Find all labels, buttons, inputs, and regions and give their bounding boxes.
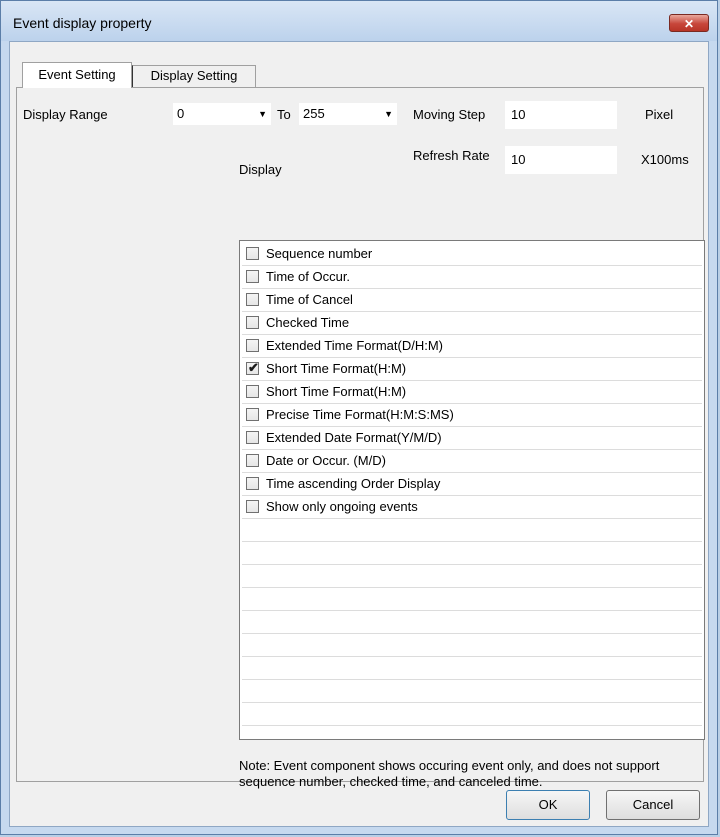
list-item[interactable]: Extended Date Format(Y/M/D) bbox=[242, 427, 702, 450]
list-item[interactable]: Precise Time Format(H:M:S:MS) bbox=[242, 404, 702, 427]
empty-list-row bbox=[242, 519, 702, 542]
checkbox-icon[interactable] bbox=[246, 454, 259, 467]
title-bar[interactable]: Event display property ✕ bbox=[1, 1, 717, 41]
tab-display-setting[interactable]: Display Setting bbox=[132, 65, 256, 88]
list-item[interactable]: Short Time Format(H:M) bbox=[242, 381, 702, 404]
list-item-label: Time of Cancel bbox=[266, 292, 353, 307]
list-item-label: Time ascending Order Display bbox=[266, 476, 441, 491]
moving-step-input[interactable]: 10 bbox=[505, 101, 617, 129]
empty-list-row bbox=[242, 588, 702, 611]
checkbox-icon[interactable] bbox=[246, 431, 259, 444]
list-item[interactable]: Time of Occur. bbox=[242, 266, 702, 289]
list-item-label: Extended Time Format(D/H:M) bbox=[266, 338, 443, 353]
list-item-label: Date or Occur. (M/D) bbox=[266, 453, 386, 468]
list-item[interactable]: Checked Time bbox=[242, 312, 702, 335]
close-icon: ✕ bbox=[683, 17, 695, 31]
tab-event-setting[interactable]: Event Setting bbox=[22, 62, 132, 88]
list-item-label: Time of Occur. bbox=[266, 269, 351, 284]
checkmark-icon: ✔ bbox=[248, 360, 259, 375]
list-item-label: Precise Time Format(H:M:S:MS) bbox=[266, 407, 454, 422]
checkbox-icon[interactable] bbox=[246, 477, 259, 490]
list-item-label: Show only ongoing events bbox=[266, 499, 418, 514]
checkbox-icon[interactable] bbox=[246, 408, 259, 421]
checkbox-icon[interactable]: ✔ bbox=[246, 360, 259, 375]
range-from-value: 0 bbox=[177, 106, 185, 121]
list-item-label: Checked Time bbox=[266, 315, 350, 330]
empty-list-row bbox=[242, 611, 702, 634]
empty-list-row bbox=[242, 703, 702, 726]
tab-panel: Display Range 0 ▼ To 255 ▼ Moving Step 1… bbox=[16, 87, 705, 789]
refresh-rate-label: Refresh Rate bbox=[413, 148, 490, 163]
checkbox-icon[interactable] bbox=[246, 500, 259, 513]
list-item[interactable]: Date or Occur. (M/D) bbox=[242, 450, 702, 473]
window-title: Event display property bbox=[13, 15, 152, 31]
dropdown-arrow-icon: ▼ bbox=[258, 109, 267, 119]
refresh-rate-input[interactable]: 10 bbox=[505, 146, 617, 174]
dialog-body: Event Setting Display Setting Display Ra… bbox=[9, 41, 709, 827]
moving-step-unit: Pixel bbox=[645, 107, 674, 122]
range-from-select[interactable]: 0 ▼ bbox=[173, 103, 271, 125]
empty-list-row bbox=[242, 680, 702, 703]
to-label: To bbox=[277, 107, 291, 122]
empty-list-row bbox=[242, 565, 702, 588]
note-text: Note: Event component shows occuring eve… bbox=[239, 758, 660, 789]
checkbox-icon[interactable] bbox=[246, 293, 259, 306]
display-range-label: Display Range bbox=[23, 107, 108, 122]
moving-step-label: Moving Step bbox=[413, 107, 486, 122]
close-button[interactable]: ✕ bbox=[669, 14, 709, 32]
list-item-label: Short Time Format(H:M) bbox=[266, 384, 407, 399]
list-item[interactable]: Time of Cancel bbox=[242, 289, 702, 312]
list-item-label: Sequence number bbox=[266, 246, 373, 261]
range-to-value: 255 bbox=[303, 106, 325, 121]
range-to-select[interactable]: 255 ▼ bbox=[299, 103, 397, 125]
checkbox-icon[interactable] bbox=[246, 316, 259, 329]
refresh-rate-unit: X100ms bbox=[641, 152, 689, 167]
dropdown-arrow-icon: ▼ bbox=[384, 109, 393, 119]
list-item[interactable]: ✔ Short Time Format(H:M) bbox=[242, 358, 702, 381]
cancel-button[interactable]: Cancel bbox=[606, 790, 700, 820]
empty-list-row bbox=[242, 657, 702, 680]
list-item[interactable]: Sequence number bbox=[242, 243, 702, 266]
empty-list-row bbox=[242, 634, 702, 657]
ok-button[interactable]: OK bbox=[506, 790, 590, 820]
empty-list-row bbox=[242, 542, 702, 565]
list-item[interactable]: Time ascending Order Display bbox=[242, 473, 702, 496]
display-options-list[interactable]: Sequence number Time of Occur. Time of Can… bbox=[239, 240, 705, 740]
checkbox-icon[interactable] bbox=[246, 385, 259, 398]
checkbox-icon[interactable] bbox=[246, 339, 259, 352]
checkbox-icon[interactable] bbox=[246, 247, 259, 260]
list-item-label: Extended Date Format(Y/M/D) bbox=[266, 430, 442, 445]
list-item-label: Short Time Format(H:M) bbox=[266, 361, 407, 376]
checkbox-icon[interactable] bbox=[246, 270, 259, 283]
list-item[interactable]: Show only ongoing events bbox=[242, 496, 702, 519]
display-label: Display bbox=[239, 162, 282, 177]
list-item[interactable]: Extended Time Format(D/H:M) bbox=[242, 335, 702, 358]
dialog-window: Event display property ✕ Event Setting D… bbox=[0, 0, 718, 835]
